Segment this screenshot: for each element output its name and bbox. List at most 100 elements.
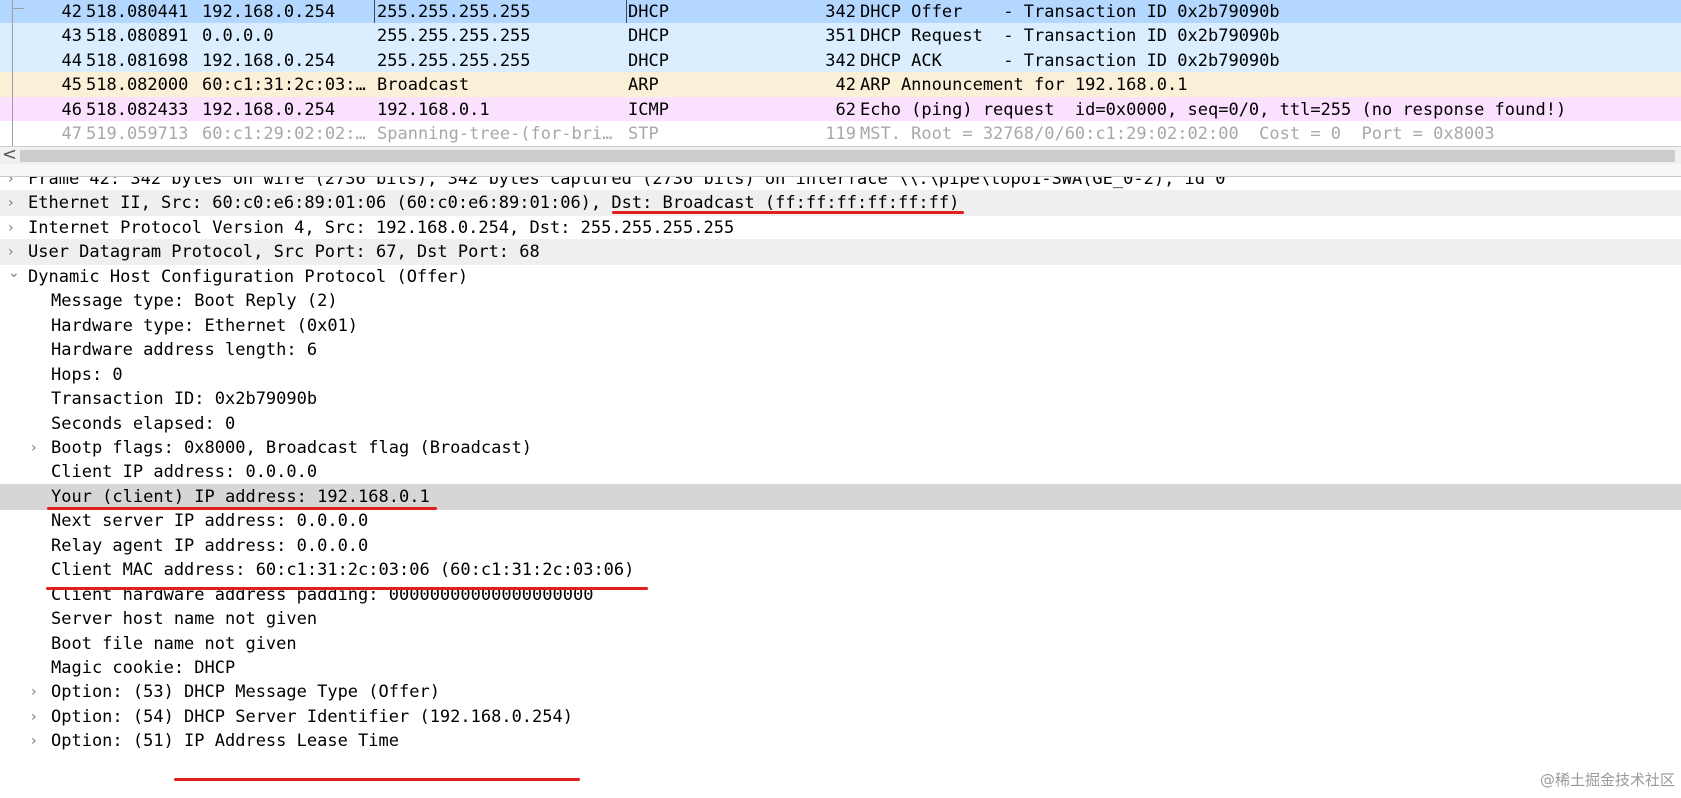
- detail-row[interactable]: › Option: (51) IP Address Lease Time: [0, 728, 1681, 754]
- packet-col-src: 0.0.0.0: [202, 26, 274, 47]
- detail-row[interactable]: › Internet Protocol Version 4, Src: 192.1…: [0, 215, 1681, 241]
- packet-col-time: 519.059713: [86, 124, 189, 144]
- detail-row[interactable]: Client MAC address: 60:c1:31:2c:03:06 (6…: [0, 557, 1681, 583]
- detail-row[interactable]: Client IP address: 0.0.0.0: [0, 459, 1681, 485]
- packet-col-no: 44: [61, 50, 82, 71]
- red-underline-annotation: [612, 211, 964, 214]
- packet-col-no: 47: [61, 124, 82, 144]
- chevron-right-icon[interactable]: ›: [31, 728, 37, 754]
- packet-col-time: 518.081698: [86, 50, 189, 71]
- packet-col-dst: 255.255.255.255: [377, 26, 531, 47]
- packet-col-no: 46: [61, 99, 82, 120]
- detail-row-text: Client MAC address: 60:c1:31:2c:03:06 (6…: [51, 560, 635, 581]
- packet-col-proto: ARP: [628, 75, 659, 96]
- packet-col-info: MST. Root = 32768/0/60:c1:29:02:02:00 Co…: [860, 124, 1495, 144]
- packet-col-src: 60:c1:29:02:02:…: [202, 124, 366, 144]
- detail-row-text: Option: (53) DHCP Message Type (Offer): [51, 682, 440, 703]
- scroll-left-arrow-icon[interactable]: <: [2, 144, 17, 165]
- packet-col-info: ARP Announcement for 192.168.0.1: [860, 75, 1188, 96]
- detail-row[interactable]: Server host name not given: [0, 606, 1681, 632]
- packet-col-dst: Spanning-tree-(for-bri…: [377, 124, 613, 144]
- detail-row-text: Your (client) IP address: 192.168.0.1: [51, 486, 430, 507]
- detail-row[interactable]: › Bootp flags: 0x8000, Broadcast flag (Br…: [0, 435, 1681, 461]
- packet-col-len: 342: [825, 50, 856, 71]
- pane-splitter[interactable]: [0, 164, 1681, 177]
- detail-row-text: Hops: 0: [51, 364, 123, 385]
- packet-col-no: 45: [61, 75, 82, 96]
- detail-row-text: Next server IP address: 0.0.0.0: [51, 511, 369, 532]
- detail-row-text: Client IP address: 0.0.0.0: [51, 462, 318, 483]
- packet-row[interactable]: 46 518.082433 192.168.0.254 192.168.0.1 ICMP…: [0, 96, 1681, 123]
- packet-col-len: 351: [825, 26, 856, 47]
- packet-col-info: DHCP ACK - Transaction ID 0x2b79090b: [860, 50, 1280, 71]
- detail-row[interactable]: Relay agent IP address: 0.0.0.0: [0, 533, 1681, 559]
- red-underline-annotation: [47, 507, 437, 510]
- packet-col-dst: Broadcast: [377, 75, 470, 96]
- packet-row[interactable]: 43 518.080891 0.0.0.0 255.255.255.255 DHCP 35…: [0, 23, 1681, 50]
- detail-row[interactable]: Hops: 0: [0, 362, 1681, 388]
- detail-row-text: Client hardware address padding: 0000000…: [51, 584, 594, 605]
- chevron-right-icon[interactable]: ›: [31, 435, 37, 461]
- related-packet-marker: [12, 121, 13, 146]
- packet-col-info: DHCP Request - Transaction ID 0x2b79090b: [860, 26, 1280, 47]
- related-packet-marker: [12, 96, 13, 123]
- packet-col-time: 518.080891: [86, 26, 189, 47]
- packet-col-info: DHCP Offer - Transaction ID 0x2b79090b: [860, 2, 1280, 22]
- detail-row[interactable]: Magic cookie: DHCP: [0, 655, 1681, 681]
- detail-row-text: Seconds elapsed: 0: [51, 413, 236, 434]
- watermark: @稀土掘金技术社区: [1539, 771, 1675, 789]
- detail-row[interactable]: Client hardware address padding: 0000000…: [0, 582, 1681, 608]
- detail-row[interactable]: Next server IP address: 0.0.0.0: [0, 508, 1681, 534]
- detail-row[interactable]: Hardware address length: 6: [0, 337, 1681, 363]
- detail-row-text: Dynamic Host Configuration Protocol (Off…: [28, 266, 469, 287]
- detail-row-text: Boot file name not given: [51, 633, 297, 654]
- chevron-down-icon[interactable]: ⌄: [8, 260, 20, 286]
- chevron-right-icon[interactable]: ›: [31, 704, 37, 730]
- detail-row-text: Message type: Boot Reply (2): [51, 291, 338, 312]
- detail-row[interactable]: › Option: (53) DHCP Message Type (Offer): [0, 679, 1681, 705]
- detail-row[interactable]: › User Datagram Protocol, Src Port: 67, D…: [0, 239, 1681, 266]
- packet-details-tree[interactable]: › Frame 42: 342 bytes on wire (2736 bits)…: [0, 177, 1681, 798]
- related-packet-marker: [12, 23, 13, 50]
- detail-row-text: Transaction ID: 0x2b79090b: [51, 389, 318, 410]
- packet-col-len: 119: [825, 124, 856, 144]
- packet-col-len: 62: [835, 99, 856, 120]
- packet-col-time: 518.082000: [86, 75, 189, 96]
- packet-col-time: 518.082433: [86, 99, 189, 120]
- detail-row-text: Option: (54) DHCP Server Identifier (192…: [51, 706, 573, 727]
- packet-col-src: 60:c1:31:2c:03:…: [202, 75, 366, 96]
- scrollbar-thumb[interactable]: [20, 150, 1675, 162]
- chevron-right-icon[interactable]: ›: [8, 190, 14, 216]
- detail-row[interactable]: Message type: Boot Reply (2): [0, 288, 1681, 314]
- packet-col-proto: DHCP: [628, 2, 669, 22]
- red-underline-annotation: [46, 587, 648, 590]
- detail-row[interactable]: › Option: (54) DHCP Server Identifier (19…: [0, 704, 1681, 730]
- packet-row[interactable]: 44 518.081698 192.168.0.254 255.255.255.255…: [0, 47, 1681, 74]
- detail-row[interactable]: ⌄ Dynamic Host Configuration Protocol (Of…: [0, 264, 1681, 290]
- packet-row[interactable]: 47 519.059713 60:c1:29:02:02:… Spanning-tre…: [0, 121, 1681, 146]
- detail-row[interactable]: Boot file name not given: [0, 631, 1681, 657]
- packet-col-proto: STP: [628, 124, 659, 144]
- packet-col-info: Echo (ping) request id=0x0000, seq=0/0, …: [860, 99, 1567, 120]
- packet-row[interactable]: 45 518.082000 60:c1:31:2c:03:… Broadcast ARP…: [0, 72, 1681, 99]
- chevron-right-icon[interactable]: ›: [31, 679, 37, 705]
- packet-col-src: 192.168.0.254: [202, 2, 336, 22]
- packet-col-proto: DHCP: [628, 50, 669, 71]
- detail-row-text: User Datagram Protocol, Src Port: 67, Ds…: [28, 242, 540, 263]
- packet-col-len: 342: [825, 2, 856, 22]
- horizontal-scrollbar[interactable]: <: [0, 144, 1681, 165]
- packet-col-src: 192.168.0.254: [202, 99, 336, 120]
- packet-row[interactable]: 42 518.080441 192.168.0.254 255.255.255.255…: [0, 0, 1681, 25]
- detail-row-text: Bootp flags: 0x8000, Broadcast flag (Bro…: [51, 437, 533, 458]
- detail-row-text: Hardware address length: 6: [51, 340, 318, 361]
- related-packet-marker: [12, 72, 13, 99]
- detail-row[interactable]: Hardware type: Ethernet (0x01): [0, 313, 1681, 339]
- detail-row[interactable]: Transaction ID: 0x2b79090b: [0, 386, 1681, 412]
- packet-col-dst: 255.255.255.255: [377, 50, 531, 71]
- detail-row[interactable]: Your (client) IP address: 192.168.0.1: [0, 483, 1681, 510]
- chevron-right-icon[interactable]: ›: [8, 215, 14, 241]
- related-packet-corner-icon: [12, 8, 24, 9]
- packet-col-no: 42: [61, 2, 82, 22]
- detail-row[interactable]: Seconds elapsed: 0: [0, 411, 1681, 437]
- packet-list[interactable]: 42 518.080441 192.168.0.254 255.255.255.255…: [0, 0, 1681, 146]
